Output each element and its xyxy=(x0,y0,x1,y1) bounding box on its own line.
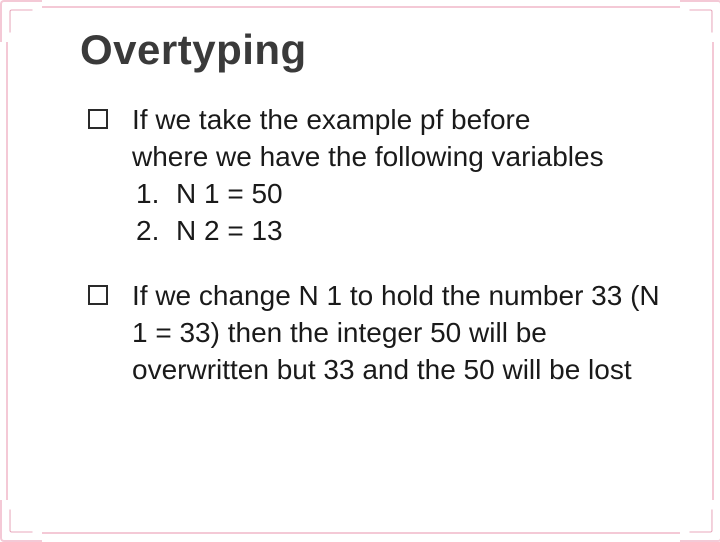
list-item-text: N 2 = 13 xyxy=(176,213,672,250)
square-bullet-icon xyxy=(88,102,132,139)
square-bullet-icon xyxy=(88,278,132,315)
bullet-text: If we change N 1 to hold the number 33 (… xyxy=(132,278,672,389)
paragraph-1: If we take the example pf before where w… xyxy=(88,102,672,250)
bullet-row: If we change N 1 to hold the number 33 (… xyxy=(88,278,672,389)
bullet-text: If we take the example pf before xyxy=(132,102,672,139)
list-item: 1. N 1 = 50 xyxy=(88,176,672,213)
slide-title: Overtyping xyxy=(80,26,672,74)
list-item: 2. N 2 = 13 xyxy=(88,213,672,250)
slide: Overtyping If we take the example pf bef… xyxy=(0,0,720,540)
paragraph-2: If we change N 1 to hold the number 33 (… xyxy=(88,278,672,389)
list-marker: 2. xyxy=(132,213,176,250)
list-marker: 1. xyxy=(132,176,176,213)
slide-body: If we take the example pf before where w… xyxy=(60,102,672,389)
bullet-continuation: where we have the following variables xyxy=(88,139,672,176)
bullet-row: If we take the example pf before xyxy=(88,102,672,139)
list-item-text: N 1 = 50 xyxy=(176,176,672,213)
